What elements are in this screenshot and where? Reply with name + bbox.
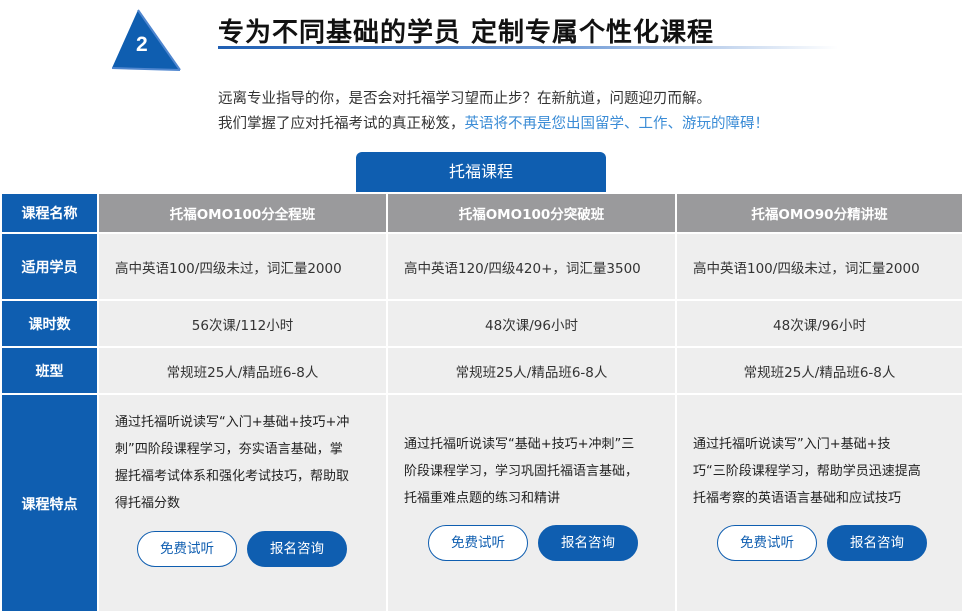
page-title: 专为不同基础的学员 定制专属个性化课程	[218, 18, 715, 48]
table-row-features: 课程特点 通过托福听说读写“入门+基础+技巧+冲 刺”四阶段课程学习，夯实语言基…	[0, 393, 962, 611]
hours-cell-3: 48次课/96小时	[675, 299, 962, 348]
hours-cell-2: 48次课/96小时	[386, 299, 677, 348]
tab-toefl-courses[interactable]: 托福课程	[356, 152, 606, 192]
table-row-audience: 适用学员 高中英语100/四级未过，词汇量2000 高中英语120/四级420+…	[0, 232, 962, 301]
action-buttons-1: 免费试听 报名咨询	[137, 531, 370, 567]
table-row-class-type: 班型 常规班25人/精品班6-8人 常规班25人/精品班6-8人 常规班25人/…	[0, 346, 962, 395]
step-number: 2	[136, 33, 148, 56]
features-line: 巧“三阶段课程学习，帮助学员迅速提高	[693, 464, 921, 479]
step-badge: 2	[108, 8, 182, 78]
intro-line-1: 远离专业指导的你，是否会对托福学习望而止步？在新航道，问题迎刃而解。	[218, 91, 711, 107]
features-text-1: 通过托福听说读写“入门+基础+技巧+冲 刺”四阶段课程学习，夯实语言基础，掌 握…	[115, 409, 370, 517]
action-buttons-3: 免费试听 报名咨询	[717, 525, 946, 561]
action-buttons-2: 免费试听 报名咨询	[428, 525, 659, 561]
intro-line-2-text: 我们掌握了应对托福考试的真正秘笈，	[218, 116, 465, 132]
row-header-class-type: 班型	[0, 346, 99, 395]
features-text-2: 通过托福听说读写“基础+技巧+冲刺”三 阶段课程学习，学习巩固托福语言基础， 托…	[404, 409, 659, 512]
features-line: 通过托福听说读写“入门+基础+技巧+冲	[115, 415, 350, 430]
features-line: 通过托福听说读写”入门+基础+技	[693, 437, 891, 452]
class-type-cell-3: 常规班25人/精品班6-8人	[675, 346, 962, 395]
features-line: 刺”四阶段课程学习，夯实语言基础，掌	[115, 442, 343, 457]
audience-cell-1: 高中英语100/四级未过，词汇量2000	[97, 232, 388, 301]
intro-line-2-accent: 英语将不再是您出国留学、工作、游玩的障碍！	[464, 116, 770, 132]
features-line: 托福考察的英语语言基础和应试技巧	[693, 491, 902, 506]
table-row-hours: 课时数 56次课/112小时 48次课/96小时 48次课/96小时	[0, 299, 962, 348]
row-header-hours: 课时数	[0, 299, 99, 348]
table-row-name: 课程名称 托福OMO100分全程班 托福OMO100分突破班 托福OMO90分精…	[0, 192, 962, 234]
free-trial-button[interactable]: 免费试听	[428, 525, 528, 561]
features-line: 握托福考试体系和强化考试技巧，帮助取	[115, 469, 350, 484]
features-text-3: 通过托福听说读写”入门+基础+技 巧“三阶段课程学习，帮助学员迅速提高 托福考察…	[693, 409, 946, 512]
course-name-3: 托福OMO90分精讲班	[675, 192, 962, 234]
hours-cell-1: 56次课/112小时	[97, 299, 388, 348]
row-header-features: 课程特点	[0, 393, 99, 611]
features-cell-1: 通过托福听说读写“入门+基础+技巧+冲 刺”四阶段课程学习，夯实语言基础，掌 握…	[97, 393, 388, 611]
class-type-cell-2: 常规班25人/精品班6-8人	[386, 346, 677, 395]
free-trial-button[interactable]: 免费试听	[717, 525, 817, 561]
course-comparison-table: 课程名称 托福OMO100分全程班 托福OMO100分突破班 托福OMO90分精…	[0, 192, 962, 611]
features-line: 通过托福听说读写“基础+技巧+冲刺”三	[404, 437, 635, 452]
title-underline	[218, 46, 838, 49]
audience-cell-2: 高中英语120/四级420+，词汇量3500	[386, 232, 677, 301]
audience-cell-3: 高中英语100/四级未过，词汇量2000	[675, 232, 962, 301]
intro-line-2: 我们掌握了应对托福考试的真正秘笈，英语将不再是您出国留学、工作、游玩的障碍！	[218, 112, 769, 133]
features-cell-2: 通过托福听说读写“基础+技巧+冲刺”三 阶段课程学习，学习巩固托福语言基础， 托…	[386, 393, 677, 611]
hero-section: 2 专为不同基础的学员 定制专属个性化课程 远离专业指导的你，是否会对托福学习望…	[0, 0, 962, 150]
consult-button[interactable]: 报名咨询	[538, 525, 638, 561]
features-line: 托福重难点题的练习和精讲	[404, 491, 561, 506]
free-trial-button[interactable]: 免费试听	[137, 531, 237, 567]
row-header-name: 课程名称	[0, 192, 99, 234]
consult-button[interactable]: 报名咨询	[827, 525, 927, 561]
features-cell-3: 通过托福听说读写”入门+基础+技 巧“三阶段课程学习，帮助学员迅速提高 托福考察…	[675, 393, 962, 611]
features-line: 得托福分数	[115, 496, 181, 511]
row-header-audience: 适用学员	[0, 232, 99, 301]
course-name-1: 托福OMO100分全程班	[97, 192, 388, 234]
class-type-cell-1: 常规班25人/精品班6-8人	[97, 346, 388, 395]
consult-button[interactable]: 报名咨询	[247, 531, 347, 567]
course-name-2: 托福OMO100分突破班	[386, 192, 677, 234]
features-line: 阶段课程学习，学习巩固托福语言基础，	[404, 464, 639, 479]
